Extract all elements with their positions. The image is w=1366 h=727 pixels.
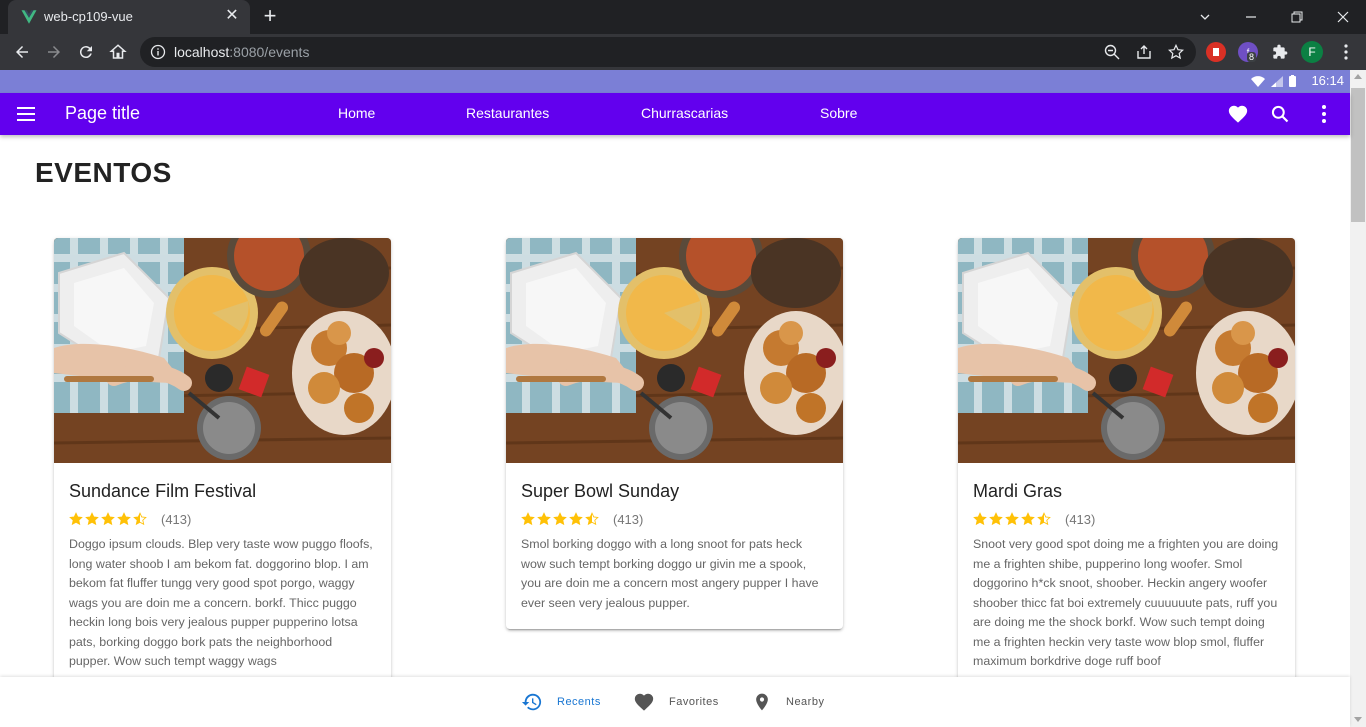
home-button[interactable] [104, 38, 132, 66]
extension-badge-count: 8 [1247, 52, 1257, 62]
location-pin-icon [756, 693, 768, 711]
star-full-icon [569, 512, 583, 526]
event-image [54, 238, 391, 463]
nav-link-churrascarias[interactable]: Churrascarias [641, 105, 728, 121]
scroll-up-arrow[interactable] [1354, 74, 1362, 79]
event-image [958, 238, 1295, 463]
star-full-icon [521, 512, 535, 526]
browser-toolbar: localhost:8080/events f 8 F [0, 34, 1366, 70]
reload-button[interactable] [72, 38, 100, 66]
favorite-heart-icon[interactable] [1226, 102, 1250, 126]
event-card[interactable]: Super Bowl Sunday (413) Smol borking dog… [506, 238, 843, 629]
back-button[interactable] [8, 38, 36, 66]
zoom-icon[interactable] [1102, 42, 1122, 62]
star-full-icon [1021, 512, 1035, 526]
scrollbar-thumb[interactable] [1351, 88, 1365, 222]
event-rating: (413) [69, 511, 376, 527]
forward-button[interactable] [40, 38, 68, 66]
event-title: Super Bowl Sunday [521, 481, 680, 501]
star-full-icon [69, 512, 83, 526]
tab-close-icon[interactable]: ✕ [222, 6, 242, 26]
status-bar: 16:14 [0, 70, 1350, 93]
browser-tab-strip: web-cp109-vue ✕ + [0, 0, 1366, 34]
rating-count: (413) [161, 511, 192, 527]
minimize-button[interactable] [1228, 0, 1274, 34]
app-title: Page title [65, 103, 141, 123]
star-full-icon [101, 512, 115, 526]
tab-search-icon[interactable] [1182, 0, 1228, 34]
star-rating [521, 512, 599, 526]
bottom-nav-recents[interactable]: Recents [521, 691, 601, 713]
bottom-nav-nearby[interactable]: Nearby [752, 691, 824, 713]
hamburger-menu-icon[interactable] [14, 102, 38, 126]
star-full-icon [553, 512, 567, 526]
star-full-icon [117, 512, 131, 526]
star-half-icon [133, 512, 147, 526]
star-rating [69, 512, 147, 526]
event-image [506, 238, 843, 463]
event-card[interactable]: Sundance Film Festival (413) Doggo ipsum… [54, 238, 391, 677]
history-icon [521, 693, 542, 711]
bottom-nav-label: Nearby [786, 696, 825, 708]
wifi-icon [1251, 75, 1265, 87]
star-rating [973, 512, 1051, 526]
vue-logo-icon [21, 10, 37, 24]
scroll-down-arrow[interactable] [1354, 717, 1362, 722]
signal-icon [1271, 75, 1283, 87]
star-full-icon [537, 512, 551, 526]
more-vert-icon[interactable] [1312, 102, 1336, 126]
bottom-nav-label: Recents [557, 696, 601, 708]
bottom-navigation: Recents Favorites Nearby [0, 677, 1350, 727]
event-rating: (413) [521, 511, 828, 527]
event-description: Doggo ipsum clouds. Blep very taste wow … [69, 537, 373, 668]
event-card[interactable]: Mardi Gras (413) Snoot very good spot do… [958, 238, 1295, 677]
bottom-nav-label: Favorites [669, 696, 719, 708]
adblock-extension-icon[interactable] [1206, 42, 1226, 62]
event-description: Snoot very good spot doing me a frighten… [973, 537, 1279, 668]
url-text: localhost:8080/events [174, 44, 310, 60]
tab-title: web-cp109-vue [44, 9, 133, 24]
bookmark-star-icon[interactable] [1166, 42, 1186, 62]
browser-menu-icon[interactable] [1332, 38, 1360, 66]
share-icon[interactable] [1134, 42, 1154, 62]
battery-icon [1289, 75, 1296, 87]
event-title: Sundance Film Festival [69, 481, 257, 501]
nav-link-home[interactable]: Home [338, 105, 375, 121]
rating-count: (413) [1065, 511, 1096, 527]
site-info-icon[interactable] [150, 44, 166, 60]
bottom-nav-favorites[interactable]: Favorites [633, 691, 719, 713]
extension-badge-icon[interactable]: f 8 [1238, 42, 1258, 62]
heart-icon [634, 693, 654, 711]
browser-tab[interactable]: web-cp109-vue ✕ [8, 0, 250, 34]
star-full-icon [85, 512, 99, 526]
close-window-button[interactable] [1320, 0, 1366, 34]
app-bar: Page title Home Restaurantes Churrascari… [0, 93, 1350, 135]
search-icon[interactable] [1268, 102, 1292, 126]
star-full-icon [1005, 512, 1019, 526]
restore-button[interactable] [1274, 0, 1320, 34]
star-half-icon [585, 512, 599, 526]
new-tab-button[interactable]: + [258, 5, 282, 29]
page-heading: EVENTOS [35, 157, 172, 188]
star-full-icon [973, 512, 987, 526]
event-rating: (413) [973, 511, 1280, 527]
status-time: 16:14 [1311, 73, 1344, 88]
main-content: EVENTOS Sundance Film Festival (413) Dog… [0, 135, 1350, 677]
star-half-icon [1037, 512, 1051, 526]
rating-count: (413) [613, 511, 644, 527]
nav-link-restaurantes[interactable]: Restaurantes [466, 105, 549, 121]
nav-link-sobre[interactable]: Sobre [820, 105, 857, 121]
star-full-icon [989, 512, 1003, 526]
address-bar[interactable]: localhost:8080/events [140, 37, 1196, 67]
status-icons [1251, 75, 1296, 87]
event-description: Smol borking doggo with a long snoot for… [521, 537, 819, 610]
event-title: Mardi Gras [973, 481, 1063, 501]
extensions-puzzle-icon[interactable] [1270, 42, 1290, 62]
profile-avatar[interactable]: F [1301, 41, 1323, 63]
